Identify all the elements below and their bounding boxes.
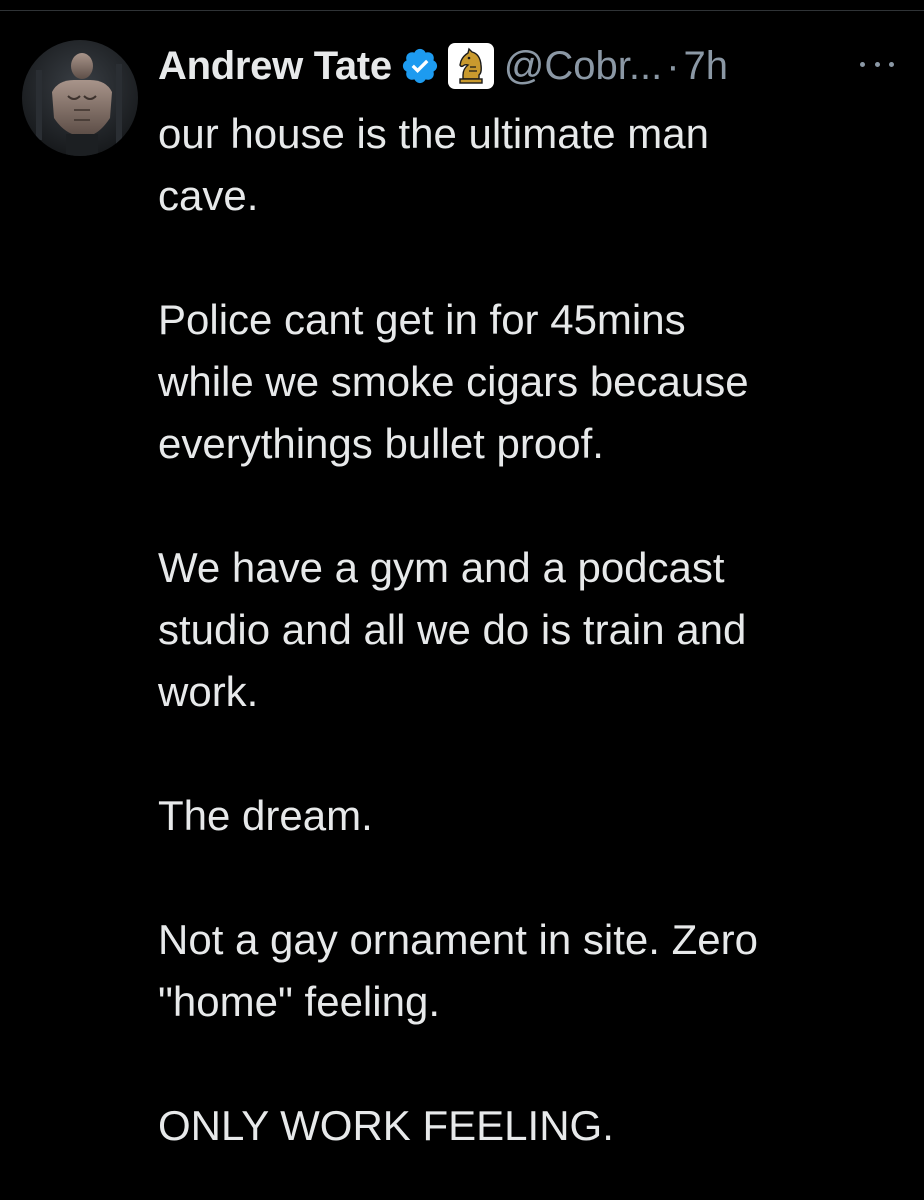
tweet-line: work. bbox=[158, 668, 259, 715]
avatar-photo bbox=[22, 40, 138, 156]
tweet-line: cave. bbox=[158, 172, 259, 219]
tweet-line: ONLY WORK FEELING. bbox=[158, 1102, 614, 1149]
tweet-text: our house is the ultimate man cave. Poli… bbox=[158, 103, 898, 1157]
author-display-name[interactable]: Andrew Tate bbox=[158, 44, 392, 89]
verified-checkmark-icon[interactable] bbox=[400, 46, 440, 86]
tweet-header: Andrew Tate @Cobr... · 7h bbox=[158, 38, 728, 94]
tweet-paragraph: Not a gay ornament in site. Zero "home" … bbox=[158, 909, 898, 1033]
author-handle[interactable]: @Cobr... bbox=[504, 44, 662, 89]
tweet-paragraph: We have a gym and a podcast studio and a… bbox=[158, 537, 898, 723]
chess-knight-icon[interactable] bbox=[447, 43, 494, 89]
tweet-paragraph: ONLY WORK FEELING. bbox=[158, 1095, 898, 1157]
tweet-line: We have a gym and a podcast bbox=[158, 544, 725, 591]
tweet-paragraph: The dream. bbox=[158, 785, 898, 847]
more-dot bbox=[860, 61, 865, 67]
tweet-line: while we smoke cigars because bbox=[158, 358, 749, 405]
avatar[interactable] bbox=[22, 40, 138, 156]
tweet-line: The dream. bbox=[158, 792, 373, 839]
tweet-line: Police cant get in for 45mins bbox=[158, 296, 686, 343]
tweet-line: "home" feeling. bbox=[158, 978, 440, 1025]
tweet-line: Not a gay ornament in site. Zero bbox=[158, 916, 758, 963]
tweet-paragraph: Police cant get in for 45mins while we s… bbox=[158, 289, 898, 475]
top-divider bbox=[0, 10, 924, 11]
tweet-paragraph: our house is the ultimate man cave. bbox=[158, 103, 898, 227]
more-options-icon[interactable] bbox=[860, 52, 894, 76]
tweet-line: everythings bullet proof. bbox=[158, 420, 604, 467]
tweet-line: studio and all we do is train and bbox=[158, 606, 747, 653]
more-dot bbox=[889, 61, 894, 67]
tweet-line: our house is the ultimate man bbox=[158, 110, 709, 157]
tweet-timestamp[interactable]: 7h bbox=[684, 44, 729, 89]
more-dot bbox=[874, 61, 880, 67]
separator-dot: · bbox=[666, 43, 680, 88]
